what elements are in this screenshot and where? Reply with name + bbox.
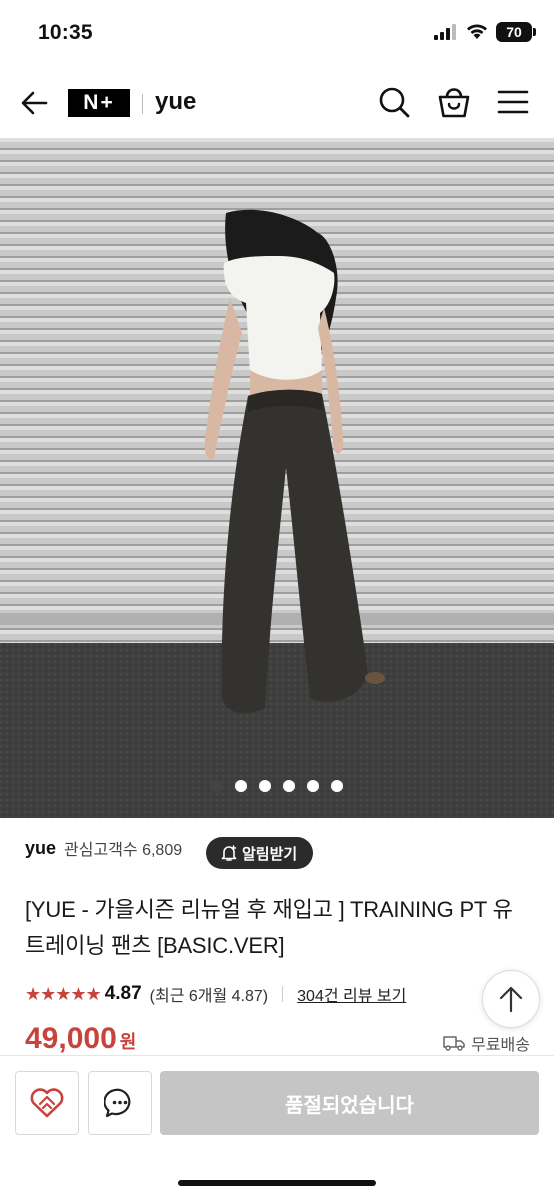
carousel-dot[interactable] — [331, 780, 343, 792]
alarm-label: 알림받기 — [242, 845, 298, 863]
carousel-indicator — [0, 780, 554, 792]
status-time: 10:35 — [38, 21, 93, 44]
shipping-label: 무료배송 — [471, 1037, 530, 1054]
product-price: 49,000 원 — [25, 1022, 136, 1056]
price-unit: 원 — [119, 1032, 137, 1052]
signal-icon — [434, 24, 456, 40]
scroll-to-top-button[interactable] — [482, 970, 540, 1028]
product-brand-link[interactable]: yue — [25, 838, 56, 859]
rating-row: ★★★★★ 4.87 (최근 6개월 4.87) 304건 리뷰 보기 — [25, 982, 406, 1006]
bell-plus-icon — [221, 845, 237, 861]
shipping-info: 무료배송 — [443, 1031, 530, 1055]
status-bar: 10:35 70 — [0, 0, 554, 66]
rating-divider — [282, 986, 284, 1002]
price-amount: 49,000 — [25, 1022, 117, 1055]
wifi-icon — [467, 24, 487, 39]
product-title: [YUE - 가을시즌 리뉴얼 후 재입고 ] TRAINING PT 유 트레… — [25, 897, 513, 958]
carousel-dot[interactable] — [283, 780, 295, 792]
logo-divider — [142, 94, 143, 114]
home-indicator — [178, 1180, 376, 1186]
heart-icon — [30, 1088, 64, 1118]
battery-indicator: 70 — [496, 22, 536, 42]
recent-rating: (최근 6개월 4.87) — [149, 988, 269, 1005]
chat-bubble-icon — [104, 1088, 131, 1118]
arrow-left-icon — [21, 91, 48, 115]
arrow-up-icon — [499, 986, 523, 1013]
shopping-bag-icon — [438, 88, 470, 118]
product-photo — [0, 138, 554, 818]
rating-stars: ★★★★★ — [25, 983, 102, 1004]
back-button[interactable] — [18, 86, 52, 120]
soldout-button[interactable]: 품절되었습니다 — [160, 1071, 539, 1135]
like-button[interactable] — [15, 1071, 79, 1135]
truck-icon — [443, 1036, 465, 1051]
product-image-carousel[interactable] — [0, 138, 554, 818]
search-button[interactable] — [376, 84, 412, 120]
cart-button[interactable] — [436, 84, 472, 120]
hamburger-menu-icon — [497, 90, 529, 114]
bottom-action-bar: 품절되었습니다 — [0, 1055, 554, 1200]
carousel-dot[interactable] — [307, 780, 319, 792]
menu-button[interactable] — [495, 84, 531, 120]
review-link[interactable]: 304건 리뷰 보기 — [297, 982, 406, 1006]
rating-value: 4.87 — [104, 983, 142, 1004]
header-brand-name[interactable]: yue — [155, 88, 196, 116]
followers-count: 관심고객수 6,809 — [64, 842, 183, 859]
carousel-dot[interactable] — [211, 780, 223, 792]
alarm-button[interactable]: 알림받기 — [206, 837, 314, 869]
search-icon — [379, 87, 410, 118]
app-header: N+ yue — [0, 66, 554, 138]
brand-info: yue 관심고객수 6,809 — [25, 836, 182, 860]
battery-level: 70 — [506, 24, 522, 40]
carousel-dot[interactable] — [235, 780, 247, 792]
status-icons: 70 — [434, 22, 536, 42]
nplus-logo[interactable]: N+ — [68, 89, 130, 117]
carousel-dot[interactable] — [259, 780, 271, 792]
chat-button[interactable] — [88, 1071, 152, 1135]
